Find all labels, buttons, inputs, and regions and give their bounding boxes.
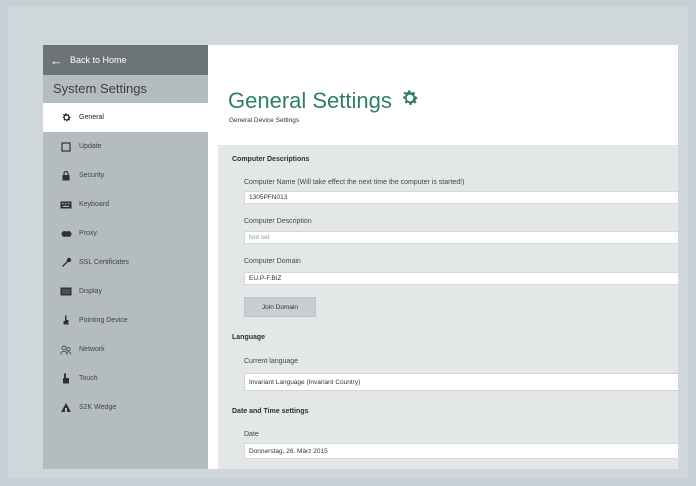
computer-description-field[interactable]: Not set: [244, 231, 678, 244]
language-select[interactable]: Invariant Language (Invariant Country): [244, 373, 678, 391]
keyboard-icon: [60, 199, 72, 211]
computer-description-label: Computer Description: [244, 218, 312, 225]
back-to-home-button[interactable]: ← Back to Home: [43, 45, 208, 75]
computer-descriptions-heading: Computer Descriptions: [232, 156, 310, 163]
sidebar-item-label: Display: [79, 288, 102, 295]
gear-icon: [60, 112, 72, 124]
sidebar-item-security[interactable]: Security: [43, 161, 208, 190]
computer-domain-label: Computer Domain: [244, 258, 301, 265]
sidebar: ← Back to Home System Settings General U…: [43, 45, 208, 469]
sidebar-title: System Settings: [53, 81, 147, 96]
sidebar-item-label: SSL Certificates: [79, 259, 129, 266]
sidebar-item-s2k-wedge[interactable]: S2K Wedge: [43, 393, 208, 422]
sidebar-item-touch[interactable]: Touch: [43, 364, 208, 393]
language-heading: Language: [232, 334, 266, 341]
computer-name-label: Computer Name (Will take effect the next…: [244, 179, 465, 186]
settings-window: ← Back to Home System Settings General U…: [43, 45, 678, 469]
sidebar-item-label: Proxy: [79, 230, 97, 237]
computer-domain-field[interactable]: EU.P-F.BIZ: [244, 272, 678, 285]
sidebar-item-label: General: [79, 114, 104, 121]
gear-icon: [400, 88, 420, 114]
sidebar-item-label: Touch: [79, 375, 98, 382]
sidebar-item-label: Security: [79, 172, 105, 179]
sidebar-item-label: Network: [79, 346, 105, 353]
date-label: Date: [244, 431, 259, 438]
network-icon: [60, 344, 72, 356]
page-title-text: General Settings: [228, 88, 392, 113]
sidebar-item-pointing-device[interactable]: Pointing Device: [43, 306, 208, 335]
join-domain-button[interactable]: Join Domain: [244, 297, 316, 317]
page-subtitle: General Device Settings: [229, 117, 300, 124]
back-label: Back to Home: [70, 55, 127, 65]
sidebar-item-display[interactable]: Display: [43, 277, 208, 306]
settings-panel: Computer Descriptions Computer Name (Wil…: [218, 145, 678, 469]
main-content: General Settings General Device Settings…: [208, 45, 678, 469]
sidebar-nav: General Update Security Keyboard Proxy S…: [43, 103, 208, 422]
pointer-icon: [60, 315, 72, 327]
sidebar-item-label: Pointing Device: [79, 317, 128, 324]
date-time-heading: Date and Time settings: [232, 408, 309, 415]
sidebar-item-keyboard[interactable]: Keyboard: [43, 190, 208, 219]
sidebar-item-label: Keyboard: [79, 201, 109, 208]
back-arrow-icon: ←: [50, 52, 63, 68]
sidebar-item-network[interactable]: Network: [43, 335, 208, 364]
proxy-icon: [60, 228, 72, 240]
display-icon: [60, 286, 72, 298]
current-language-label: Current language: [244, 358, 299, 365]
sidebar-item-label: Update: [79, 143, 102, 150]
computer-name-field[interactable]: 1305PFN013: [244, 191, 678, 204]
sidebar-item-label: S2K Wedge: [79, 404, 117, 411]
screenshot-frame: ← Back to Home System Settings General U…: [8, 7, 688, 479]
page-title: General Settings: [228, 88, 420, 114]
lock-icon: [60, 170, 72, 182]
date-field[interactable]: Donnerstag, 26. März 2015: [244, 443, 678, 459]
wedge-icon: [60, 402, 72, 414]
key-icon: [60, 257, 72, 269]
sidebar-item-proxy[interactable]: Proxy: [43, 219, 208, 248]
touch-icon: [60, 373, 72, 385]
sidebar-item-ssl-certificates[interactable]: SSL Certificates: [43, 248, 208, 277]
update-icon: [60, 141, 72, 153]
sidebar-item-general[interactable]: General: [43, 103, 208, 132]
sidebar-item-update[interactable]: Update: [43, 132, 208, 161]
